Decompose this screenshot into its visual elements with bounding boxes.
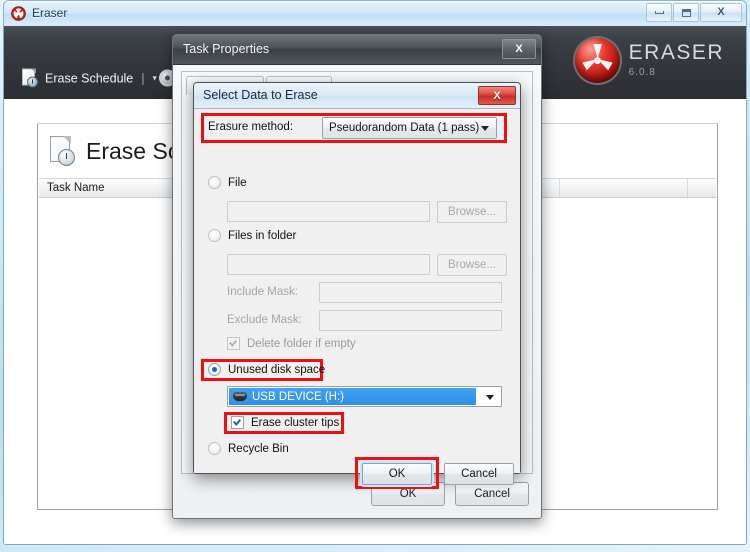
radio-unused-disk-space-indicator	[208, 363, 221, 376]
file-path-input[interactable]	[227, 201, 430, 222]
folder-path-input[interactable]	[227, 254, 430, 275]
radio-unused-disk-space-label: Unused disk space	[228, 363, 326, 376]
drive-icon	[233, 392, 247, 401]
checkbox-delete-folder-if-empty[interactable]: Delete folder if empty	[227, 337, 356, 350]
main-window-title: Eraser	[32, 6, 68, 20]
checkbox-delete-folder-indicator	[227, 337, 240, 350]
radio-files-in-folder[interactable]: Files in folder	[208, 229, 296, 242]
toolbar-separator: |	[141, 70, 145, 86]
radio-recycle-bin-indicator	[208, 442, 221, 455]
checkbox-delete-folder-label: Delete folder if empty	[247, 337, 356, 350]
include-mask-input[interactable]	[319, 282, 502, 303]
folder-browse-button[interactable]: Browse...	[437, 254, 507, 276]
toolbar-erase-schedule-label: Erase Schedule	[45, 71, 134, 85]
chevron-down-icon	[481, 126, 489, 131]
task-properties-title: Task Properties	[183, 42, 270, 56]
radio-files-in-folder-label: Files in folder	[228, 229, 297, 242]
window-controls: X	[646, 3, 742, 22]
toolbar-erase-schedule-button[interactable]: Erase Schedule | ▾	[22, 68, 157, 88]
select-data-body: Erasure method: Pseudorandom Data (1 pas…	[194, 109, 520, 489]
erase-schedule-page-icon	[50, 136, 76, 166]
erasure-method-value: Pseudorandom Data (1 pass)	[329, 122, 480, 134]
checkbox-erase-cluster-tips[interactable]: Erase cluster tips	[231, 416, 339, 429]
include-mask-label: Include Mask:	[227, 286, 298, 298]
select-data-close-icon[interactable]: X	[478, 86, 516, 105]
file-browse-button[interactable]: Browse...	[437, 201, 507, 223]
chevron-down-icon[interactable]	[486, 395, 494, 400]
exclude-mask-input[interactable]	[319, 310, 502, 331]
select-data-to-erase-dialog: Select Data to Erase X Erasure method: P…	[193, 82, 521, 489]
chevron-down-icon[interactable]: ▾	[153, 74, 157, 83]
radio-files-in-folder-indicator	[208, 229, 221, 242]
checkbox-erase-cluster-tips-label: Erase cluster tips	[251, 416, 340, 429]
select-data-titlebar[interactable]: Select Data to Erase X	[194, 83, 520, 109]
radio-file-label: File	[228, 176, 247, 189]
drive-dropdown[interactable]: USB DEVICE (H:)	[227, 386, 502, 407]
checkbox-erase-cluster-tips-indicator	[231, 416, 244, 429]
radio-recycle-bin-label: Recycle Bin	[228, 442, 289, 455]
page-title: Erase Sch	[50, 136, 192, 166]
exclude-mask-label: Exclude Mask:	[227, 314, 302, 326]
radioactive-icon	[11, 6, 26, 21]
radio-recycle-bin[interactable]: Recycle Bin	[208, 442, 289, 455]
drive-selected-item[interactable]: USB DEVICE (H:)	[229, 388, 476, 405]
radioactive-logo-icon	[574, 38, 620, 83]
logo-name: ERASER	[628, 41, 724, 64]
maximize-icon[interactable]	[673, 3, 699, 22]
column-header-task-name[interactable]: Task Name	[47, 182, 105, 194]
drive-value: USB DEVICE (H:)	[252, 390, 345, 403]
close-icon[interactable]: X	[700, 3, 742, 22]
radio-file-indicator	[208, 176, 221, 189]
task-properties-titlebar[interactable]: Task Properties X	[173, 35, 541, 65]
main-window-titlebar[interactable]: Eraser X	[3, 0, 747, 26]
select-data-title: Select Data to Erase	[203, 88, 318, 102]
select-data-ok-button[interactable]: OK	[362, 463, 432, 485]
task-properties-close-icon[interactable]: X	[502, 39, 536, 59]
erasure-method-dropdown[interactable]: Pseudorandom Data (1 pass)	[322, 117, 497, 139]
minimize-icon[interactable]	[646, 3, 672, 22]
erasure-method-label: Erasure method:	[208, 121, 294, 133]
logo-version: 6.0.8	[628, 67, 656, 78]
eraser-logo: ERASER 6.0.8	[574, 38, 724, 83]
select-data-cancel-button[interactable]: Cancel	[444, 463, 514, 485]
radio-unused-disk-space[interactable]: Unused disk space	[208, 363, 325, 376]
task-properties-cancel-button[interactable]: Cancel	[455, 482, 529, 506]
radio-file[interactable]: File	[208, 176, 247, 189]
close-icon-glyph: X	[717, 6, 725, 18]
erase-schedule-icon	[22, 68, 39, 88]
